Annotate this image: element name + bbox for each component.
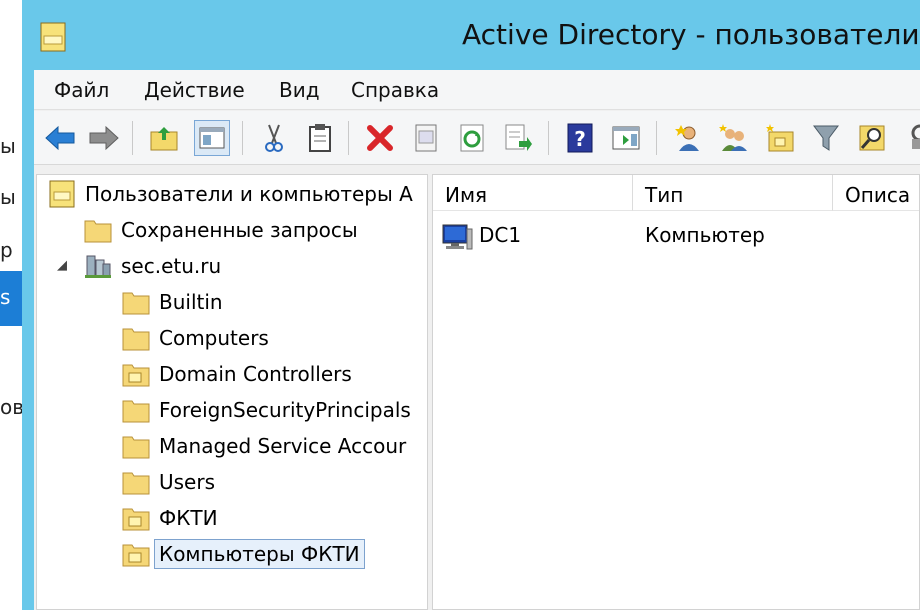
folder-icon (122, 400, 150, 423)
tree-item-label: Domain Controllers (159, 362, 352, 386)
background-text: ов (0, 395, 25, 419)
cut-icon[interactable] (256, 120, 292, 156)
back-icon[interactable] (42, 120, 78, 156)
folder-icon (122, 436, 150, 459)
column-header-name[interactable]: Имя (433, 175, 633, 211)
find-icon[interactable] (854, 120, 890, 156)
ad-folder-icon[interactable] (40, 22, 66, 52)
tree-item-root[interactable]: Пользователи и компьютеры A (47, 177, 413, 211)
details-list[interactable]: Имя Тип Описа DC1 Компьютер (432, 174, 920, 610)
main-window: Active Directory - пользователи и Файл Д… (22, 0, 920, 610)
refresh-icon[interactable] (454, 120, 490, 156)
domain-icon (85, 255, 111, 278)
cell-type: Компьютер (645, 223, 765, 247)
tree-item-label: Builtin (159, 290, 223, 314)
ad-root-icon (49, 180, 75, 208)
tree-item-label: Computers (159, 326, 269, 350)
tree-item-label: Сохраненные запросы (121, 218, 358, 242)
folder-icon (122, 328, 150, 351)
toolbar: ? (34, 111, 920, 165)
ou-folder-icon (122, 364, 150, 387)
menu-view[interactable]: Вид (279, 78, 320, 102)
computer-icon (442, 224, 473, 250)
tree-item-computers[interactable]: Computers (121, 321, 269, 355)
console-tree[interactable]: Пользователи и компьютеры A Сохраненные … (36, 174, 428, 610)
tree-item-domain-controllers[interactable]: Domain Controllers (121, 357, 352, 391)
new-ou-icon[interactable] (762, 120, 798, 156)
tree-item-fkti[interactable]: ФКТИ (121, 501, 218, 535)
column-header-description[interactable]: Описа (833, 175, 919, 211)
ou-folder-icon (122, 544, 150, 567)
tree-item-label: ForeignSecurityPrincipals (159, 398, 411, 422)
tree-item-label: Users (159, 470, 216, 494)
tree-item-label: ФКТИ (159, 506, 218, 530)
tree-item-fkti-computers[interactable]: Компьютеры ФКТИ (121, 537, 365, 571)
tree-item-saved-queries[interactable]: Сохраненные запросы (83, 213, 358, 247)
menu-action[interactable]: Действие (144, 78, 245, 102)
help-icon[interactable]: ? (562, 120, 598, 156)
folder-icon (84, 220, 112, 243)
tools-icon[interactable] (900, 120, 920, 156)
folder-icon (122, 472, 150, 495)
copy-icon[interactable] (302, 120, 338, 156)
background-text: р (0, 238, 13, 262)
cell-name: DC1 (479, 223, 522, 247)
menu-help[interactable]: Справка (351, 78, 439, 102)
list-row[interactable]: DC1 Компьютер (433, 219, 919, 253)
new-user-icon[interactable] (670, 120, 706, 156)
column-header-type[interactable]: Тип (633, 175, 833, 211)
window-title: Active Directory - пользователи и (462, 18, 920, 51)
tree-item-label: sec.etu.ru (121, 254, 222, 278)
menu-bar: Файл Действие Вид Справка (34, 70, 920, 110)
background-text: ы (0, 134, 16, 158)
background-text: ы (0, 185, 16, 209)
tree-item-label: Managed Service Accour (159, 434, 407, 458)
background-selected-item[interactable]: s (0, 271, 22, 326)
content-panes: Пользователи и компьютеры A Сохраненные … (34, 174, 920, 610)
tree-item-domain[interactable]: sec.etu.ru (83, 249, 221, 283)
show-hide-console-tree-icon[interactable] (194, 120, 230, 156)
properties-icon[interactable] (408, 120, 444, 156)
svg-text:?: ? (574, 127, 586, 151)
background-window: ы ы р s ов (0, 0, 25, 610)
up-folder-icon[interactable] (146, 120, 182, 156)
filter-icon[interactable] (808, 120, 844, 156)
tree-item-builtin[interactable]: Builtin (121, 285, 223, 319)
delete-icon[interactable] (362, 120, 398, 156)
tree-item-managed-service-accounts[interactable]: Managed Service Accour (121, 429, 406, 463)
client-area: Файл Действие Вид Справка ? Пользователи… (34, 70, 920, 610)
forward-icon[interactable] (86, 120, 122, 156)
title-bar[interactable]: Active Directory - пользователи и (22, 0, 920, 70)
ou-folder-icon (122, 508, 150, 531)
tree-item-users[interactable]: Users (121, 465, 215, 499)
new-group-icon[interactable] (716, 120, 752, 156)
tree-item-label: Пользователи и компьютеры A (85, 182, 413, 206)
menu-file[interactable]: Файл (54, 78, 109, 102)
export-list-icon[interactable] (500, 120, 536, 156)
show-action-pane-icon[interactable] (608, 120, 644, 156)
tree-item-foreign-security-principals[interactable]: ForeignSecurityPrincipals (121, 393, 411, 427)
collapse-arrow-icon[interactable]: ◢ (57, 258, 67, 273)
tree-item-label: Компьютеры ФКТИ (154, 539, 365, 569)
folder-icon (122, 292, 150, 315)
